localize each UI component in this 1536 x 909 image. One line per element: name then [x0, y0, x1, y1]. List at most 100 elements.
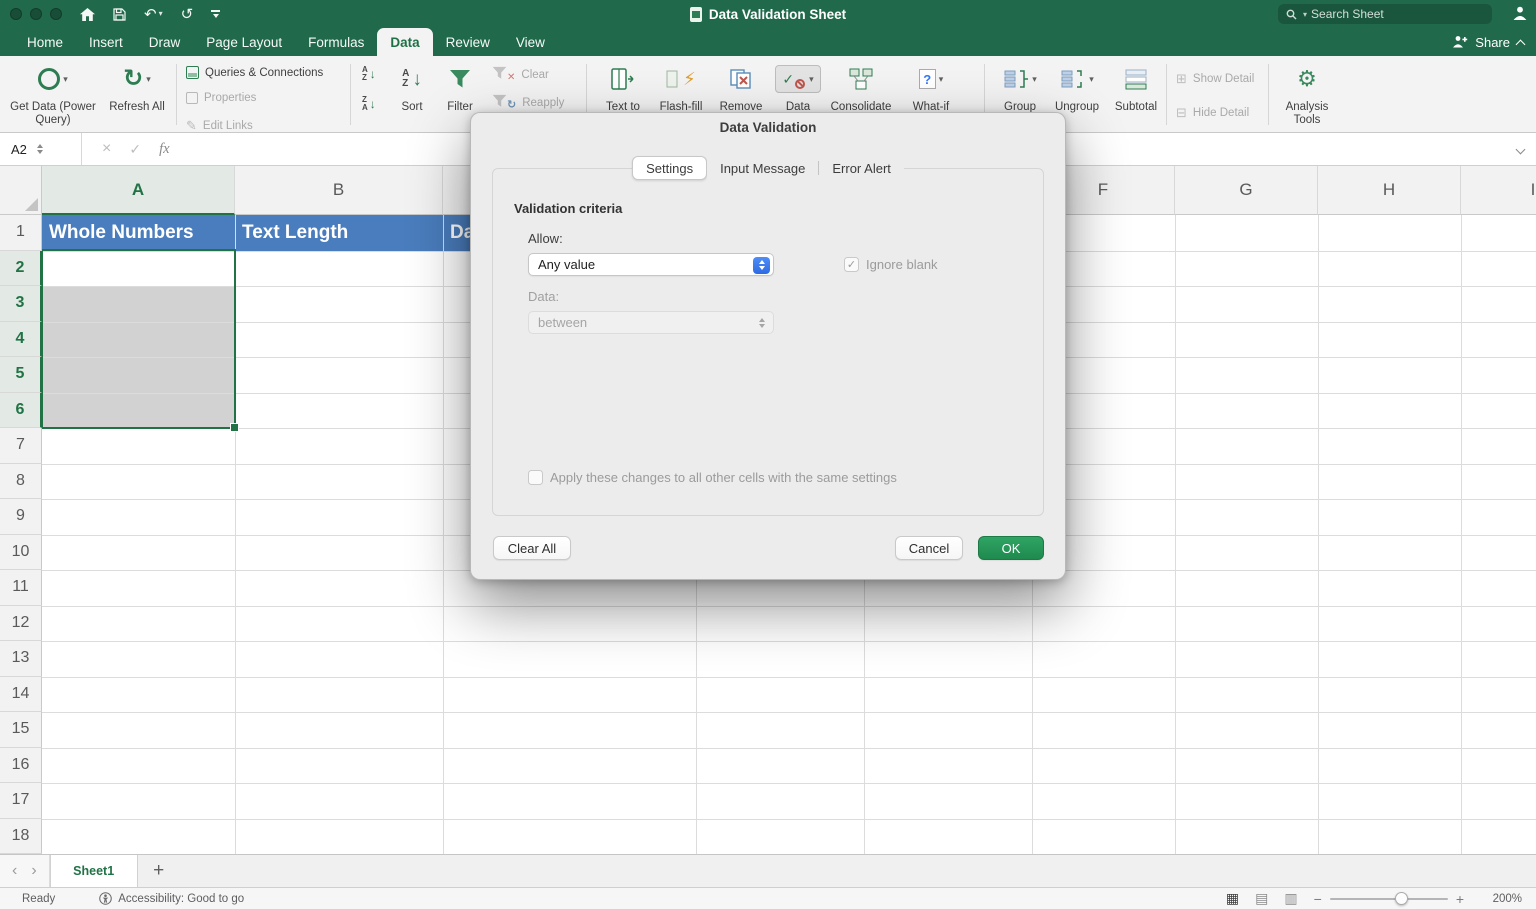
- share-button[interactable]: Share: [1452, 28, 1524, 56]
- what-if-icon: ?: [919, 69, 936, 89]
- ribbon-tab-data[interactable]: Data: [377, 28, 432, 56]
- consolidate-button[interactable]: Consolidate: [828, 62, 894, 114]
- sort-descending-button[interactable]: ZA↓: [358, 94, 380, 114]
- row-header-10[interactable]: 10: [0, 535, 42, 571]
- zoom-slider[interactable]: [1330, 898, 1448, 900]
- row-header-14[interactable]: 14: [0, 677, 42, 713]
- reapply-filter-button[interactable]: ↻ Reapply: [492, 94, 564, 111]
- header-cell-a1[interactable]: Whole Numbers: [42, 215, 235, 251]
- zoom-slider-thumb[interactable]: [1395, 892, 1408, 905]
- remove-duplicates-button[interactable]: Remove: [714, 62, 768, 114]
- ungroup-icon: [1060, 68, 1086, 90]
- ok-button[interactable]: OK: [978, 536, 1044, 560]
- ribbon-tab-review[interactable]: Review: [433, 28, 503, 56]
- hide-detail-button[interactable]: ⊟ Hide Detail: [1176, 106, 1249, 119]
- subtotal-button[interactable]: Subtotal: [1108, 62, 1164, 114]
- ribbon-tab-insert[interactable]: Insert: [76, 28, 136, 56]
- row-header-6[interactable]: 6: [0, 393, 42, 429]
- normal-view-button[interactable]: ▦: [1226, 890, 1239, 907]
- row-header-5[interactable]: 5: [0, 357, 42, 393]
- ribbon-tab-view[interactable]: View: [503, 28, 558, 56]
- properties-button[interactable]: Properties: [186, 92, 256, 104]
- data-validation-button[interactable]: ✓▾ Data: [770, 62, 826, 114]
- row-header-8[interactable]: 8: [0, 464, 42, 500]
- flash-fill-button[interactable]: ⚡ Flash-fill: [652, 62, 710, 114]
- row-header-7[interactable]: 7: [0, 428, 42, 464]
- previous-sheet-icon[interactable]: ‹: [12, 862, 17, 880]
- page-layout-view-button[interactable]: ▤: [1255, 890, 1268, 907]
- row-header-12[interactable]: 12: [0, 606, 42, 642]
- ignore-blank-checkbox[interactable]: ✓ Ignore blank: [844, 257, 938, 272]
- name-box-stepper-icon[interactable]: [37, 144, 43, 154]
- add-sheet-button[interactable]: +: [138, 855, 180, 887]
- row-header-17[interactable]: 17: [0, 783, 42, 819]
- ribbon-tab-home[interactable]: Home: [14, 28, 76, 56]
- select-all-corner[interactable]: [0, 166, 42, 215]
- what-if-button[interactable]: ?▾ What-if: [900, 62, 962, 114]
- ribbon-tab-page-layout[interactable]: Page Layout: [193, 28, 295, 56]
- sort-ascending-button[interactable]: AZ↓: [358, 64, 380, 84]
- ribbon-tab-formulas[interactable]: Formulas: [295, 28, 377, 56]
- get-data-icon: [38, 68, 60, 90]
- allow-dropdown[interactable]: Any value: [528, 253, 774, 276]
- sheet-tab-sheet1[interactable]: Sheet1: [50, 855, 138, 887]
- cancel-button[interactable]: Cancel: [895, 536, 963, 560]
- zoom-window-button[interactable]: [50, 8, 62, 20]
- row-header-9[interactable]: 9: [0, 499, 42, 535]
- row-header-18[interactable]: 18: [0, 819, 42, 855]
- filter-button[interactable]: Filter: [438, 62, 482, 114]
- text-to-columns-button[interactable]: Text to: [596, 62, 650, 114]
- refresh-all-button[interactable]: ↻▾ Refresh All: [102, 62, 172, 114]
- cancel-entry-icon[interactable]: ×: [102, 140, 111, 158]
- row-header-3[interactable]: 3: [0, 286, 42, 322]
- home-icon[interactable]: [80, 8, 95, 21]
- row-header-15[interactable]: 15: [0, 712, 42, 748]
- close-window-button[interactable]: [10, 8, 22, 20]
- column-header-h[interactable]: H: [1318, 166, 1461, 215]
- dialog-tab-input-message[interactable]: Input Message: [707, 156, 818, 180]
- search-input[interactable]: ▾ Search Sheet: [1278, 4, 1492, 24]
- save-icon[interactable]: [113, 8, 126, 21]
- row-header-1[interactable]: 1: [0, 215, 42, 251]
- minimize-window-button[interactable]: [30, 8, 42, 20]
- row-header-11[interactable]: 11: [0, 570, 42, 606]
- zoom-in-button[interactable]: +: [1456, 891, 1464, 907]
- name-box[interactable]: A2: [0, 133, 82, 165]
- queries-connections-button[interactable]: Queries & Connections: [186, 66, 323, 79]
- account-icon[interactable]: [1512, 5, 1528, 26]
- insert-function-icon[interactable]: fx: [159, 141, 169, 158]
- page-break-view-button[interactable]: ▥: [1284, 890, 1297, 907]
- formula-bar-expand-icon[interactable]: [1516, 144, 1526, 154]
- ungroup-button[interactable]: ▾ Ungroup: [1048, 62, 1106, 114]
- column-header-a[interactable]: A: [42, 166, 235, 215]
- column-header-g[interactable]: G: [1175, 166, 1318, 215]
- group-icon: [1003, 68, 1029, 90]
- apply-all-checkbox[interactable]: Apply these changes to all other cells w…: [528, 470, 897, 485]
- accessibility-status[interactable]: Accessibility: Good to go: [99, 892, 244, 905]
- redo-button[interactable]: ↺: [181, 7, 194, 22]
- row-header-2[interactable]: 2: [0, 251, 42, 287]
- dialog-tab-settings[interactable]: Settings: [632, 156, 707, 180]
- row-header-4[interactable]: 4: [0, 322, 42, 358]
- group-button[interactable]: ▾ Group: [992, 62, 1048, 114]
- confirm-entry-icon[interactable]: ✓: [129, 141, 141, 158]
- column-header-b[interactable]: B: [235, 166, 443, 215]
- header-cell-b1[interactable]: Text Length: [235, 215, 443, 251]
- analysis-tools-button[interactable]: ⚙ Analysis Tools: [1276, 62, 1338, 126]
- zoom-out-button[interactable]: −: [1314, 891, 1322, 907]
- edit-links-button[interactable]: ✎ Edit Links: [186, 118, 253, 134]
- dialog-tab-error-alert[interactable]: Error Alert: [819, 156, 904, 180]
- sort-button[interactable]: AZ↓ Sort: [390, 62, 434, 114]
- column-header-i[interactable]: I: [1461, 166, 1536, 215]
- next-sheet-icon[interactable]: ›: [31, 862, 36, 880]
- collapse-ribbon-icon[interactable]: [1516, 39, 1526, 49]
- undo-button[interactable]: ↶▾: [144, 7, 163, 22]
- row-header-13[interactable]: 13: [0, 641, 42, 677]
- get-data-button[interactable]: ▾ Get Data (Power Query): [6, 62, 100, 126]
- clear-all-button[interactable]: Clear All: [493, 536, 571, 560]
- show-detail-button[interactable]: ⊞ Show Detail: [1176, 72, 1254, 85]
- ribbon-tab-draw[interactable]: Draw: [136, 28, 194, 56]
- clear-filter-button[interactable]: ✕ Clear: [492, 66, 549, 83]
- row-header-16[interactable]: 16: [0, 748, 42, 784]
- toolbar-options-button[interactable]: [211, 10, 220, 18]
